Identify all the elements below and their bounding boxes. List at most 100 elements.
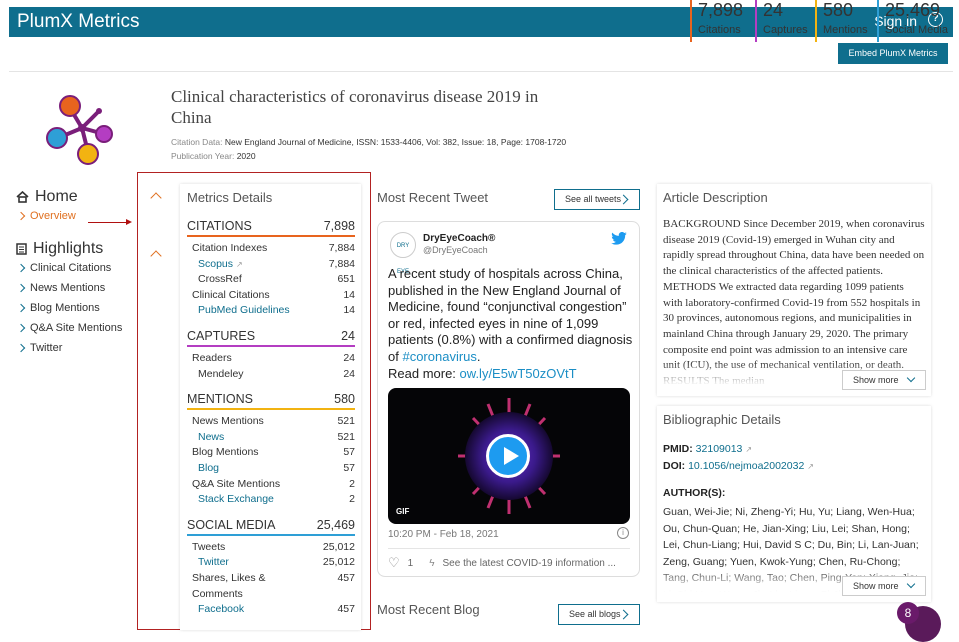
like-count: 1: [407, 557, 414, 569]
metric-row: CrossRef 651: [187, 272, 355, 288]
read-more-label: Read more:: [388, 365, 460, 381]
section-header[interactable]: CITATIONS 7,898: [187, 219, 355, 237]
metric-value: 14: [343, 288, 355, 301]
metric-value: 2: [349, 477, 355, 490]
show-more-button[interactable]: Show more: [842, 370, 926, 390]
metric-label: Shares, Likes &: [192, 571, 266, 584]
external-link-icon: ↗: [807, 462, 814, 471]
metric-value: 14: [343, 304, 355, 317]
section-name: CITATIONS: [187, 219, 252, 233]
avatar[interactable]: DRY EYE: [390, 232, 416, 275]
article-title: Clinical characteristics of coronavirus …: [171, 87, 539, 127]
metric-value: 57: [343, 461, 355, 474]
metric-row-link[interactable]: Twitter 25,012: [187, 555, 355, 571]
button-label: See all blogs: [569, 609, 621, 619]
heart-icon[interactable]: ♡: [388, 555, 400, 571]
section-total: 580: [334, 392, 355, 407]
plumx-logo-icon: [46, 95, 113, 165]
doi-row: DOI: 10.1056/nejmoa2002032 ↗: [663, 458, 925, 475]
tweet-timestamp[interactable]: 10:20 PM - Feb 18, 2021: [388, 529, 499, 540]
twitter-bird-icon[interactable]: [611, 232, 627, 245]
metric-value: 521: [337, 430, 355, 443]
nav-item-blog-mentions[interactable]: Blog Mentions: [16, 302, 136, 314]
chevron-right-icon: [16, 263, 26, 273]
metric-row: Readers 24: [187, 351, 355, 367]
stat-value: 24: [763, 0, 784, 20]
article-description-panel: Article Description BACKGROUND Since Dec…: [657, 184, 931, 396]
tweet-media-gif[interactable]: GIF: [388, 388, 630, 524]
metric-value: 24: [343, 351, 355, 364]
play-button[interactable]: [486, 434, 530, 478]
chat-notification-badge[interactable]: 8: [897, 602, 919, 624]
metric-row-link[interactable]: Scopus ↗ 7,884: [187, 257, 355, 273]
section-total: 7,898: [323, 219, 355, 233]
metric-value: 7,884: [328, 242, 355, 254]
chevron-down-icon: [906, 373, 916, 383]
info-icon[interactable]: i: [617, 527, 629, 539]
section-header[interactable]: MENTIONS 580: [187, 392, 355, 411]
section-name: MENTIONS: [187, 392, 253, 407]
metric-section-mentions: MENTIONS 580 News Mentions 521 News 521 Blo…: [187, 392, 355, 508]
tweet-link[interactable]: ow.ly/E5wT50zOVtT: [460, 366, 577, 381]
metric-row-link[interactable]: Stack Exchange 2: [187, 492, 355, 508]
metric-row: Q&A Site Mentions 2: [187, 477, 355, 493]
nav-highlights[interactable]: Highlights: [16, 240, 136, 258]
stat-mentions[interactable]: 580 Mentions: [815, 0, 868, 42]
section-header[interactable]: SOCIAL MEDIA 25,469: [187, 518, 355, 536]
nav-item-qa-site-mentions[interactable]: Q&A Site Mentions: [16, 322, 136, 334]
metric-label: Tweets: [192, 540, 226, 553]
metric-label: Blog: [198, 461, 220, 474]
stat-value: 25,469: [885, 0, 941, 20]
panel-title: Bibliographic Details: [663, 412, 781, 427]
stat-label: Citations: [698, 24, 741, 36]
covid-info-link[interactable]: See the latest COVID-19 information ...: [443, 558, 616, 569]
metric-label: Mendeley: [198, 367, 244, 380]
nav-item-clinical-citations[interactable]: Clinical Citations: [16, 262, 136, 274]
metric-label: Blog Mentions: [192, 446, 259, 459]
metric-row-link[interactable]: News 521: [187, 430, 355, 446]
metric-row-link[interactable]: Facebook 457: [187, 602, 355, 618]
stat-citations[interactable]: 7,898 Citations: [690, 0, 743, 42]
button-label: See all tweets: [565, 194, 622, 204]
hashtag-link[interactable]: #coronavirus: [402, 349, 476, 364]
pmid-label: PMID:: [663, 443, 693, 455]
tweet-author-handle[interactable]: @DryEyeCoach: [423, 245, 488, 255]
nav-item-label: Clinical Citations: [30, 262, 112, 274]
metric-label: PubMed Guidelines: [198, 304, 290, 317]
metric-row-link[interactable]: Blog 57: [187, 461, 355, 477]
tweet-card[interactable]: DRY EYE DryEyeCoach® @DryEyeCoach A rece…: [377, 221, 640, 577]
metric-value: 57: [343, 446, 355, 459]
stat-social-media[interactable]: 25,469 Social Media: [877, 0, 948, 42]
see-all-blogs-button[interactable]: See all blogs: [558, 604, 640, 625]
metric-label: Stack Exchange: [198, 493, 274, 506]
lightning-icon: ϟ: [429, 557, 435, 569]
chevron-right-icon: [16, 323, 26, 333]
nav-item-label: News Mentions: [30, 282, 106, 294]
nav-item-news-mentions[interactable]: News Mentions: [16, 282, 136, 294]
embed-plumx-button[interactable]: Embed PlumX Metrics: [838, 43, 948, 64]
stat-value: 580: [823, 0, 854, 20]
nav-item-twitter[interactable]: Twitter: [16, 342, 136, 354]
external-link-icon: ↗: [235, 259, 243, 269]
metric-row: Blog Mentions 57: [187, 445, 355, 461]
doi-link[interactable]: 10.1056/nejmoa2002032: [688, 460, 804, 472]
top-bar: PlumX Metrics Sign in ?: [9, 7, 953, 37]
metric-label: Scopus ↗: [198, 257, 243, 273]
nav-home[interactable]: Home: [16, 188, 136, 206]
pmid-link[interactable]: 32109013: [696, 443, 743, 455]
nav-overview[interactable]: Overview: [16, 210, 136, 222]
section-total: 24: [341, 328, 355, 343]
metric-section-captures: CAPTURES 24 Readers 24 Mendeley 24: [187, 329, 355, 382]
tweet-body-end: .: [476, 348, 481, 364]
stat-captures[interactable]: 24 Captures: [755, 0, 808, 42]
brand-title: PlumX Metrics: [17, 11, 140, 32]
see-all-tweets-button[interactable]: See all tweets: [554, 189, 640, 210]
metric-row-link[interactable]: PubMed Guidelines 14: [187, 303, 355, 319]
section-header[interactable]: CAPTURES 24: [187, 329, 355, 347]
metric-label-text: Scopus: [198, 257, 234, 270]
metric-value: 25,012: [322, 556, 355, 569]
show-more-button[interactable]: Show more: [842, 576, 926, 596]
metric-value: 457: [337, 571, 355, 584]
metric-value: 2: [349, 493, 355, 506]
tweet-author-name[interactable]: DryEyeCoach®: [423, 233, 495, 244]
